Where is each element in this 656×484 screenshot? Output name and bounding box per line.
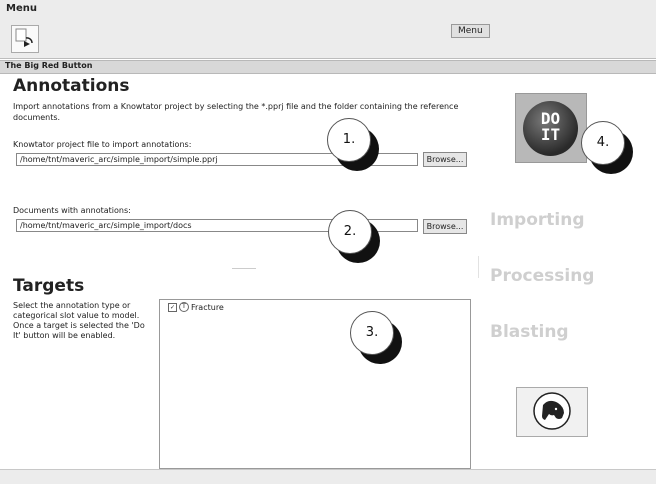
status-processing: Processing bbox=[490, 266, 595, 286]
status-bar bbox=[0, 469, 656, 484]
project-file-label: Knowtator project file to import annotat… bbox=[13, 140, 192, 149]
type-icon: T bbox=[179, 302, 189, 312]
callout-3: 3. bbox=[350, 311, 402, 364]
panel-title-bar bbox=[0, 60, 656, 74]
section-divider bbox=[232, 268, 256, 269]
targets-heading: Targets bbox=[13, 276, 85, 296]
browse-project-button[interactable]: Browse... bbox=[423, 152, 467, 167]
target-tree[interactable] bbox=[159, 299, 471, 469]
tree-item-fracture[interactable]: ✓ T Fracture bbox=[168, 302, 224, 312]
targets-description: Select the annotation type or categorica… bbox=[13, 301, 145, 340]
callout-2: 2. bbox=[328, 210, 380, 263]
checkbox-icon[interactable]: ✓ bbox=[168, 302, 177, 312]
menu-title: Menu bbox=[6, 3, 37, 14]
annotations-description: Import annotations from a Knowtator proj… bbox=[13, 102, 459, 122]
browse-documents-button[interactable]: Browse... bbox=[423, 219, 467, 234]
menu-button[interactable]: Menu bbox=[451, 24, 490, 38]
callout-label: 3. bbox=[350, 311, 394, 355]
callout-label: 1. bbox=[327, 118, 371, 162]
callout-4: 4. bbox=[581, 121, 633, 174]
callout-label: 4. bbox=[581, 121, 625, 165]
do-it-label-line2: IT bbox=[540, 125, 561, 144]
status-blasting: Blasting bbox=[490, 322, 569, 342]
documents-label: Documents with annotations: bbox=[13, 206, 131, 215]
menu-bar bbox=[0, 0, 656, 59]
dog-head-icon bbox=[532, 391, 572, 431]
callout-1: 1. bbox=[327, 118, 379, 171]
status-divider bbox=[478, 256, 479, 278]
tree-item-label: Fracture bbox=[191, 302, 224, 312]
callout-label: 2. bbox=[328, 210, 372, 254]
run-config-icon[interactable] bbox=[11, 25, 39, 53]
status-importing: Importing bbox=[490, 210, 585, 230]
annotations-heading: Annotations bbox=[13, 76, 130, 96]
panel-title: The Big Red Button bbox=[5, 61, 93, 70]
